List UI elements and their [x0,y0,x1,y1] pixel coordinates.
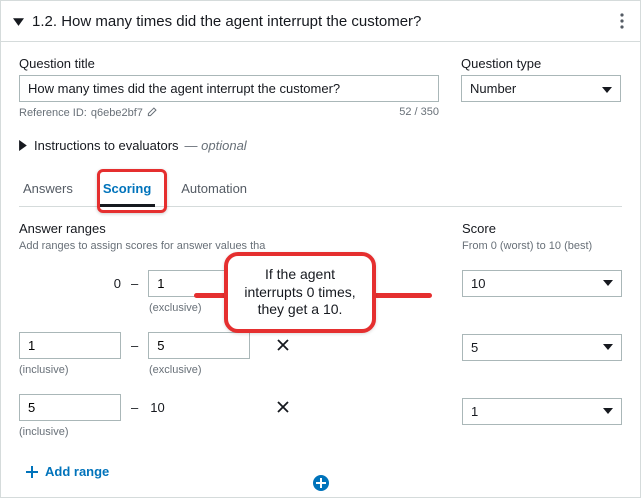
dropdown-icon [603,280,613,286]
answer-ranges-help: Add ranges to assign scores for answer v… [19,240,379,252]
question-title-text: How many times did the agent interrupt t… [61,13,421,30]
instructions-optional: — optional [185,138,247,153]
instructions-label: Instructions to evaluators [34,138,179,153]
question-type-value: Number [470,81,516,96]
score-value: 1 [471,404,478,419]
tab-automation[interactable]: Automation [177,173,251,206]
range-to-input[interactable] [148,332,250,359]
remove-range-icon[interactable] [274,398,292,416]
score-header: Score [462,221,622,236]
dropdown-icon [603,344,613,350]
reference-id-label: Reference ID: [19,107,87,119]
remove-range-icon[interactable] [274,336,292,354]
tab-answers[interactable]: Answers [19,173,77,206]
score-value: 5 [471,340,478,355]
chevron-right-icon [19,140,28,151]
range-dash: – [131,338,138,353]
dropdown-icon [602,81,612,96]
range-row: – [19,328,379,362]
instructions-toggle[interactable]: Instructions to evaluators — optional [19,138,622,153]
edit-reference-icon[interactable] [147,106,158,120]
score-select[interactable]: 5 [462,334,622,361]
range-to-note: (exclusive) [149,364,251,376]
score-column: Score From 0 (worst) to 10 (best) 10 5 [462,221,622,483]
score-help: From 0 (worst) to 10 (best) [462,240,622,252]
range-row: – 10 [19,390,379,424]
plus-icon [25,465,39,479]
reference-id-value: q6ebe2bf7 [91,107,143,119]
add-range-label: Add range [45,464,109,479]
question-panel: 1.2. How many times did the agent interr… [0,0,641,498]
question-type-group: Question type Number [461,56,621,120]
panel-header: 1.2. How many times did the agent interr… [1,1,640,42]
range-from-static: 0 [19,271,121,296]
answer-ranges-header: Answer ranges [19,221,379,236]
score-select[interactable]: 1 [462,398,622,425]
range-from-input[interactable] [19,332,121,359]
question-number: 1.2. [32,13,57,30]
question-title-label: Question title [19,56,439,71]
annotation-callout: If the agent interrupts 0 times, they ge… [224,252,376,333]
add-range-button[interactable]: Add range [19,460,115,483]
range-from-note: (inclusive) [19,426,121,438]
tab-scoring[interactable]: Scoring [99,173,155,206]
annotation-arm [194,293,228,298]
range-from-input[interactable] [19,394,121,421]
char-count: 52 / 350 [399,106,439,120]
collapse-icon[interactable] [13,16,24,27]
score-value: 10 [471,276,485,291]
range-dash: – [131,400,138,415]
tabs: Answers Scoring Automation [19,173,622,207]
panel-title: 1.2. How many times did the agent interr… [32,13,421,30]
range-to-static: 10 [148,395,250,420]
add-question-icon[interactable] [312,474,330,495]
question-type-select[interactable]: Number [461,75,621,102]
question-title-input[interactable] [19,75,439,102]
dropdown-icon [603,408,613,414]
range-dash: – [131,276,138,291]
question-type-label: Question type [461,56,621,71]
more-options-icon[interactable] [616,9,628,33]
range-from-note: (inclusive) [19,364,121,376]
score-select[interactable]: 10 [462,270,622,297]
question-title-group: Question title Reference ID: q6ebe2bf7 5… [19,56,439,120]
annotation-arm [374,293,432,298]
